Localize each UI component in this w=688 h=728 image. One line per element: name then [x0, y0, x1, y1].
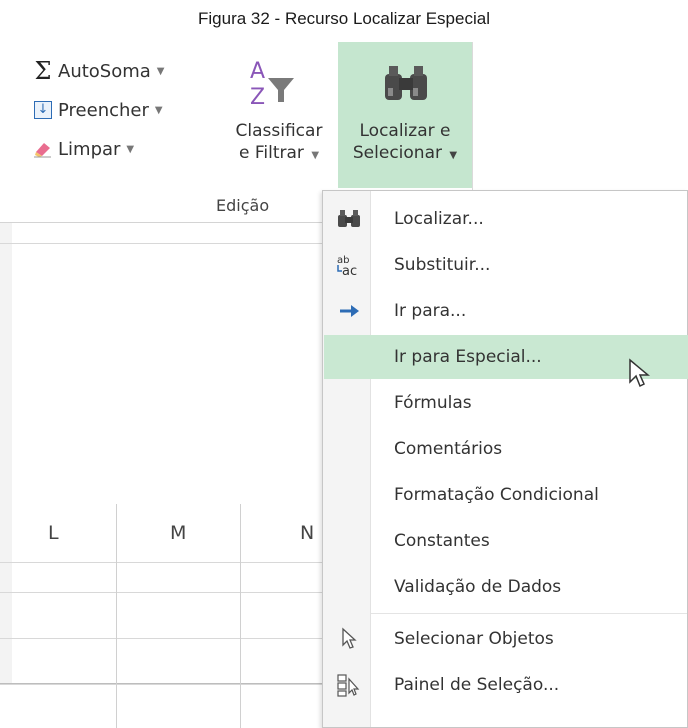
autosoma-button[interactable]: Σ AutoSoma ▼: [32, 57, 165, 85]
svg-text:ac: ac: [342, 264, 357, 277]
autosoma-label: AutoSoma: [58, 60, 151, 82]
figure-caption: Figura 32 - Recurso Localizar Especial: [198, 9, 490, 28]
menu-item-validacao-dados[interactable]: Validação de Dados: [324, 565, 688, 609]
column-header-m[interactable]: M: [170, 522, 186, 544]
menu-item-label: Constantes: [394, 531, 490, 551]
sort-filter-icon: A Z: [226, 52, 332, 112]
sigma-icon: Σ: [34, 57, 52, 85]
menu-item-ir-para[interactable]: Ir para...: [324, 289, 688, 333]
localizar-label-2: Selecionar ▼: [338, 142, 472, 167]
chevron-down-icon: ▼: [311, 150, 320, 161]
chevron-down-icon: ▼: [126, 143, 135, 155]
chevron-down-icon: ▼: [156, 65, 165, 77]
classificar-label-2-text: e Filtrar: [238, 143, 304, 163]
limpar-label: Limpar: [58, 138, 121, 160]
menu-item-label: Formatação Condicional: [394, 485, 599, 505]
menu-item-selecionar-objetos[interactable]: Selecionar Objetos: [324, 617, 688, 661]
classificar-filtrar-button[interactable]: A Z Classificar e Filtrar ▼: [226, 52, 332, 167]
localizar-label-1: Localizar e: [359, 121, 451, 141]
excel-screenshot: Σ AutoSoma ▼ ↓ Preencher ▼ Limpar ▼ A Z …: [0, 42, 688, 728]
menu-separator: [371, 613, 687, 614]
chevron-down-icon: ▼: [449, 150, 458, 161]
binoculars-icon: [336, 206, 362, 232]
column-divider: [240, 504, 241, 728]
grid-line: [0, 562, 330, 563]
localizar-selecionar-menu: Localizar... ab ac Substituir... Ir para…: [322, 190, 688, 728]
grid-line: [0, 638, 330, 639]
preencher-button[interactable]: ↓ Preencher ▼: [32, 99, 163, 121]
selection-pane-icon: [336, 672, 362, 698]
classificar-label-2: e Filtrar ▼: [226, 142, 332, 167]
menu-item-localizar[interactable]: Localizar...: [324, 197, 688, 241]
eraser-icon: [32, 138, 54, 160]
menu-item-label: Comentários: [394, 439, 503, 459]
limpar-button[interactable]: Limpar ▼: [32, 138, 134, 160]
menu-item-label: Ir para...: [394, 301, 467, 321]
localizar-selecionar-button[interactable]: Localizar e Selecionar ▼: [338, 52, 472, 167]
menu-item-label: Substituir...: [394, 255, 491, 275]
grid-line: [0, 592, 330, 593]
menu-item-formatacao-condicional[interactable]: Formatação Condicional: [324, 473, 688, 517]
svg-text:Z: Z: [250, 85, 265, 110]
preencher-label: Preencher: [58, 99, 149, 121]
menu-item-label: Validação de Dados: [394, 577, 562, 597]
menu-item-label: Localizar...: [394, 209, 484, 229]
worksheet-grid[interactable]: [0, 223, 330, 728]
menu-item-label: Fórmulas: [394, 393, 472, 413]
menu-item-label: Ir para Especial...: [394, 347, 542, 367]
grid-line: [0, 684, 330, 685]
column-header-row: [0, 683, 330, 728]
column-header-l[interactable]: L: [48, 522, 59, 544]
mouse-cursor-icon: [629, 358, 650, 388]
menu-item-label: Selecionar Objetos: [394, 629, 554, 649]
grid-line: [0, 243, 330, 244]
menu-item-comentarios[interactable]: Comentários: [324, 427, 688, 471]
menu-item-substituir[interactable]: ab ac Substituir...: [324, 243, 688, 287]
group-label-edicao: Edição: [216, 196, 270, 215]
pointer-icon: [336, 626, 362, 652]
column-divider: [116, 504, 117, 728]
menu-item-label: Painel de Seleção...: [394, 675, 560, 695]
binoculars-icon: [338, 52, 472, 112]
classificar-label-1: Classificar: [235, 121, 323, 141]
svg-text:A: A: [250, 59, 265, 84]
column-header-n[interactable]: N: [300, 522, 314, 544]
menu-item-painel-selecao[interactable]: Painel de Seleção...: [324, 663, 688, 707]
fill-down-icon: ↓: [32, 99, 54, 121]
localizar-label-2-text: Selecionar: [352, 143, 442, 163]
chevron-down-icon: ▼: [154, 104, 163, 116]
arrow-right-icon: [336, 298, 362, 324]
replace-icon: ab ac: [336, 252, 362, 278]
menu-item-constantes[interactable]: Constantes: [324, 519, 688, 563]
